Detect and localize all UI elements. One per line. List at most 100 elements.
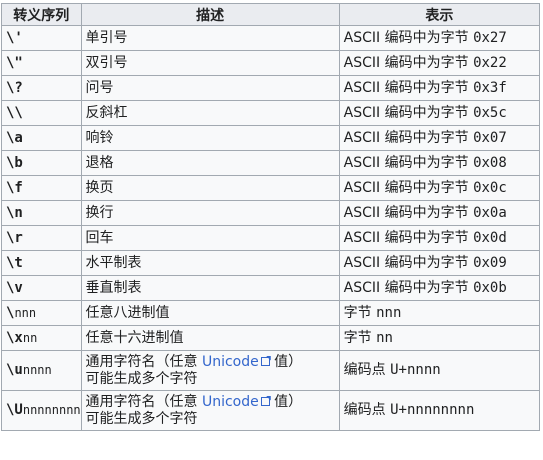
description-text: 值） xyxy=(269,393,303,410)
escape-placeholder: nnn xyxy=(14,305,37,320)
escape-prefix: \u xyxy=(6,362,23,378)
escape-sequence-cell: \' xyxy=(1,25,82,51)
representation-text: 编码点 xyxy=(343,402,391,418)
table-row: \f 换页 ASCII 编码中为字节 0x0c xyxy=(1,175,541,201)
representation-text: ASCII 编码中为字节 xyxy=(343,29,474,46)
representation-cell: ASCII 编码中为字节 0x0c xyxy=(338,175,541,201)
table-row: \\ 反斜杠 ASCII 编码中为字节 0x5c xyxy=(1,100,541,126)
representation-code: 0x3f xyxy=(473,79,507,96)
representation-code: U+nnnnnnnn xyxy=(390,402,475,418)
escape-sequence-cell: \\ xyxy=(1,100,82,126)
table-row: \b 退格 ASCII 编码中为字节 0x08 xyxy=(1,150,541,176)
table-row: \Unnnnnnnn 通用字符名（任意 Unicode 值） 可能生成多个字符 编码点… xyxy=(1,390,541,431)
description-cell: 问号 xyxy=(80,75,340,101)
representation-cell: ASCII 编码中为字节 0x0d xyxy=(338,225,541,251)
escape-placeholder: nn xyxy=(22,330,38,345)
escape-prefix: \U xyxy=(6,402,23,418)
representation-text: ASCII 编码中为字节 xyxy=(343,179,474,196)
header-representation[interactable]: 表示 xyxy=(338,3,541,26)
description-cell: 单引号 xyxy=(80,25,340,51)
representation-code: U+nnnn xyxy=(390,362,441,378)
description-text: 通用字符名（任意 xyxy=(85,353,202,370)
description-cell: 响铃 xyxy=(80,125,340,151)
representation-code: 0x0d xyxy=(473,229,507,246)
table-row: \' 单引号 ASCII 编码中为字节 0x27 xyxy=(1,25,541,51)
description-cell: 通用字符名（任意 Unicode 值） 可能生成多个字符 xyxy=(80,350,340,391)
representation-code: 0x08 xyxy=(473,154,507,171)
description-text: 通用字符名（任意 xyxy=(85,393,202,410)
unicode-link-label: Unicode xyxy=(201,393,259,410)
representation-cell: 字节 nnn xyxy=(338,300,541,326)
escape-sequence-cell: \Unnnnnnnn xyxy=(1,390,82,431)
table-row: \n 换行 ASCII 编码中为字节 0x0a xyxy=(1,200,541,226)
description-note: 可能生成多个字符 xyxy=(85,370,198,387)
representation-text: 字节 xyxy=(343,304,377,321)
table-row: \? 问号 ASCII 编码中为字节 0x3f xyxy=(1,75,541,101)
table-header-row: 转义序列 描述 表示 xyxy=(1,3,541,26)
representation-text: ASCII 编码中为字节 xyxy=(343,79,474,96)
escape-placeholder: nnnnnnnn xyxy=(22,403,81,417)
escape-sequence-cell: \v xyxy=(1,275,82,301)
representation-code: nnn xyxy=(376,304,402,321)
representation-cell: ASCII 编码中为字节 0x0b xyxy=(338,275,541,301)
representation-text: 编码点 xyxy=(343,362,391,378)
representation-cell: 编码点 U+nnnnnnnn xyxy=(338,390,541,431)
description-text: 值） xyxy=(269,353,303,370)
escape-placeholder: nnnn xyxy=(22,363,52,377)
representation-code: 0x5c xyxy=(473,104,507,121)
representation-cell: ASCII 编码中为字节 0x08 xyxy=(338,150,541,176)
representation-text: ASCII 编码中为字节 xyxy=(343,254,474,271)
table-row: \r 回车 ASCII 编码中为字节 0x0d xyxy=(1,225,541,251)
unicode-link[interactable]: Unicode xyxy=(202,394,270,410)
table-row: \a 响铃 ASCII 编码中为字节 0x07 xyxy=(1,125,541,151)
representation-cell: ASCII 编码中为字节 0x3f xyxy=(338,75,541,101)
representation-code: 0x0a xyxy=(473,204,507,221)
description-cell: 回车 xyxy=(80,225,340,251)
table-row: \nnn 任意八进制值 字节 nnn xyxy=(1,300,541,326)
description-cell: 任意十六进制值 xyxy=(80,325,340,351)
unicode-link[interactable]: Unicode xyxy=(202,354,270,370)
representation-cell: ASCII 编码中为字节 0x0a xyxy=(338,200,541,226)
representation-cell: ASCII 编码中为字节 0x09 xyxy=(338,250,541,276)
description-cell: 反斜杠 xyxy=(80,100,340,126)
description-cell: 垂直制表 xyxy=(80,275,340,301)
representation-text: ASCII 编码中为字节 xyxy=(343,129,474,146)
unicode-link-label: Unicode xyxy=(201,353,259,370)
description-cell: 水平制表 xyxy=(80,250,340,276)
header-escape-sequence[interactable]: 转义序列 xyxy=(1,3,82,26)
representation-cell: ASCII 编码中为字节 0x27 xyxy=(338,25,541,51)
representation-code: nn xyxy=(376,329,393,346)
description-cell: 换行 xyxy=(80,200,340,226)
representation-text: 字节 xyxy=(343,329,377,346)
representation-code: 0x27 xyxy=(473,29,507,46)
external-link-icon xyxy=(260,396,270,406)
table-row: \unnnn 通用字符名（任意 Unicode 值） 可能生成多个字符 编码点 U+n… xyxy=(1,350,541,391)
escape-sequence-cell: \n xyxy=(1,200,82,226)
escape-sequence-cell: \? xyxy=(1,75,82,101)
escape-sequence-cell: \nnn xyxy=(1,300,82,326)
description-cell: 双引号 xyxy=(80,50,340,76)
table-row: \" 双引号 ASCII 编码中为字节 0x22 xyxy=(1,50,541,76)
escape-sequence-table: 转义序列 描述 表示 \' 单引号 ASCII 编码中为字节 0x27 \" 双引号 A… xyxy=(1,3,541,431)
header-description[interactable]: 描述 xyxy=(80,3,340,26)
representation-code: 0x09 xyxy=(473,254,507,271)
representation-cell: ASCII 编码中为字节 0x5c xyxy=(338,100,541,126)
external-link-icon xyxy=(260,356,270,366)
escape-prefix: \x xyxy=(6,329,23,346)
representation-code: 0x0c xyxy=(473,179,507,196)
description-cell: 任意八进制值 xyxy=(80,300,340,326)
representation-text: ASCII 编码中为字节 xyxy=(343,204,474,221)
representation-cell: ASCII 编码中为字节 0x22 xyxy=(338,50,541,76)
representation-text: ASCII 编码中为字节 xyxy=(343,279,474,296)
description-cell: 退格 xyxy=(80,150,340,176)
representation-cell: 字节 nn xyxy=(338,325,541,351)
escape-sequence-cell: \" xyxy=(1,50,82,76)
representation-cell: 编码点 U+nnnn xyxy=(338,350,541,391)
representation-text: ASCII 编码中为字节 xyxy=(343,104,474,121)
table-row: \t 水平制表 ASCII 编码中为字节 0x09 xyxy=(1,250,541,276)
escape-sequence-cell: \r xyxy=(1,225,82,251)
table-row: \v 垂直制表 ASCII 编码中为字节 0x0b xyxy=(1,275,541,301)
representation-code: 0x0b xyxy=(473,279,507,296)
table-row: \xnn 任意十六进制值 字节 nn xyxy=(1,325,541,351)
description-cell: 换页 xyxy=(80,175,340,201)
